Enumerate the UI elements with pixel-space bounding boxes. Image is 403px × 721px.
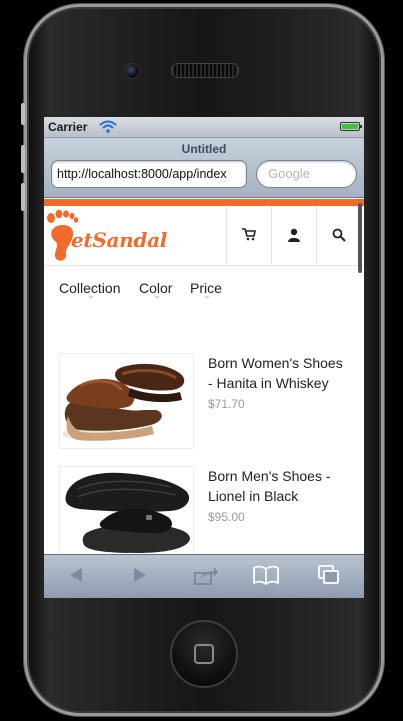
- forward-icon[interactable]: [130, 565, 150, 585]
- brown-sandal-image: [62, 363, 185, 441]
- filter-price[interactable]: Price: [190, 280, 222, 296]
- mute-switch: [21, 103, 25, 125]
- home-button[interactable]: [170, 620, 238, 688]
- browser-toolbar: [44, 554, 364, 598]
- brand-accent-bar: [44, 199, 364, 206]
- front-camera: [124, 63, 140, 79]
- page-title: Untitled: [181, 142, 227, 156]
- product-name[interactable]: Born Men's Shoes - Lionel in Black: [208, 466, 348, 506]
- logo-text: etSandal: [71, 228, 168, 252]
- account-button[interactable]: [271, 206, 317, 264]
- earpiece-speaker: [171, 63, 239, 78]
- product-price: $95.00: [208, 510, 245, 524]
- cart-button[interactable]: [226, 206, 272, 264]
- product-image[interactable]: [59, 466, 194, 562]
- site-logo[interactable]: etSandal: [45, 209, 175, 264]
- search-icon: [332, 228, 346, 242]
- battery-level: [342, 124, 358, 129]
- wifi-icon: [99, 120, 117, 133]
- chevron-down-icon: [154, 296, 160, 299]
- status-bar: Carrier: [44, 117, 364, 138]
- product-name[interactable]: Born Women's Shoes - Hanita in Whiskey: [208, 353, 348, 393]
- battery-icon: [340, 122, 362, 131]
- share-icon[interactable]: [194, 565, 218, 585]
- product-item[interactable]: Born Women's Shoes - Hanita in Whiskey $…: [59, 353, 343, 451]
- chevron-down-icon: [88, 296, 94, 299]
- site-search-button[interactable]: [316, 206, 364, 264]
- cart-icon: [242, 228, 256, 241]
- filter-bar: Collection Color Price: [44, 275, 364, 305]
- screen: Carrier Untitled http://localhost:8000/a…: [44, 117, 364, 598]
- url-field[interactable]: http://localhost:8000/app/index: [51, 160, 247, 188]
- chevron-down-icon: [204, 296, 210, 299]
- filter-color[interactable]: Color: [139, 280, 172, 296]
- home-square-icon: [194, 644, 214, 664]
- search-input[interactable]: Google: [256, 160, 357, 188]
- volume-down-button: [21, 183, 25, 211]
- site-header: etSandal: [44, 206, 364, 266]
- tabs-icon[interactable]: [318, 565, 340, 585]
- scrollbar[interactable]: [358, 203, 362, 273]
- bookmarks-icon[interactable]: [253, 565, 279, 585]
- product-image[interactable]: [59, 353, 194, 449]
- product-price: $71.70: [208, 397, 245, 411]
- user-icon: [288, 228, 300, 242]
- carrier-label: Carrier: [48, 120, 88, 134]
- back-icon[interactable]: [66, 565, 86, 585]
- filter-collection[interactable]: Collection: [59, 280, 120, 296]
- browser-navbar: Untitled http://localhost:8000/app/index…: [44, 138, 364, 198]
- volume-up-button: [21, 145, 25, 173]
- black-slide-image: [65, 472, 190, 553]
- product-item[interactable]: Born Men's Shoes - Lionel in Black $95.0…: [59, 466, 331, 564]
